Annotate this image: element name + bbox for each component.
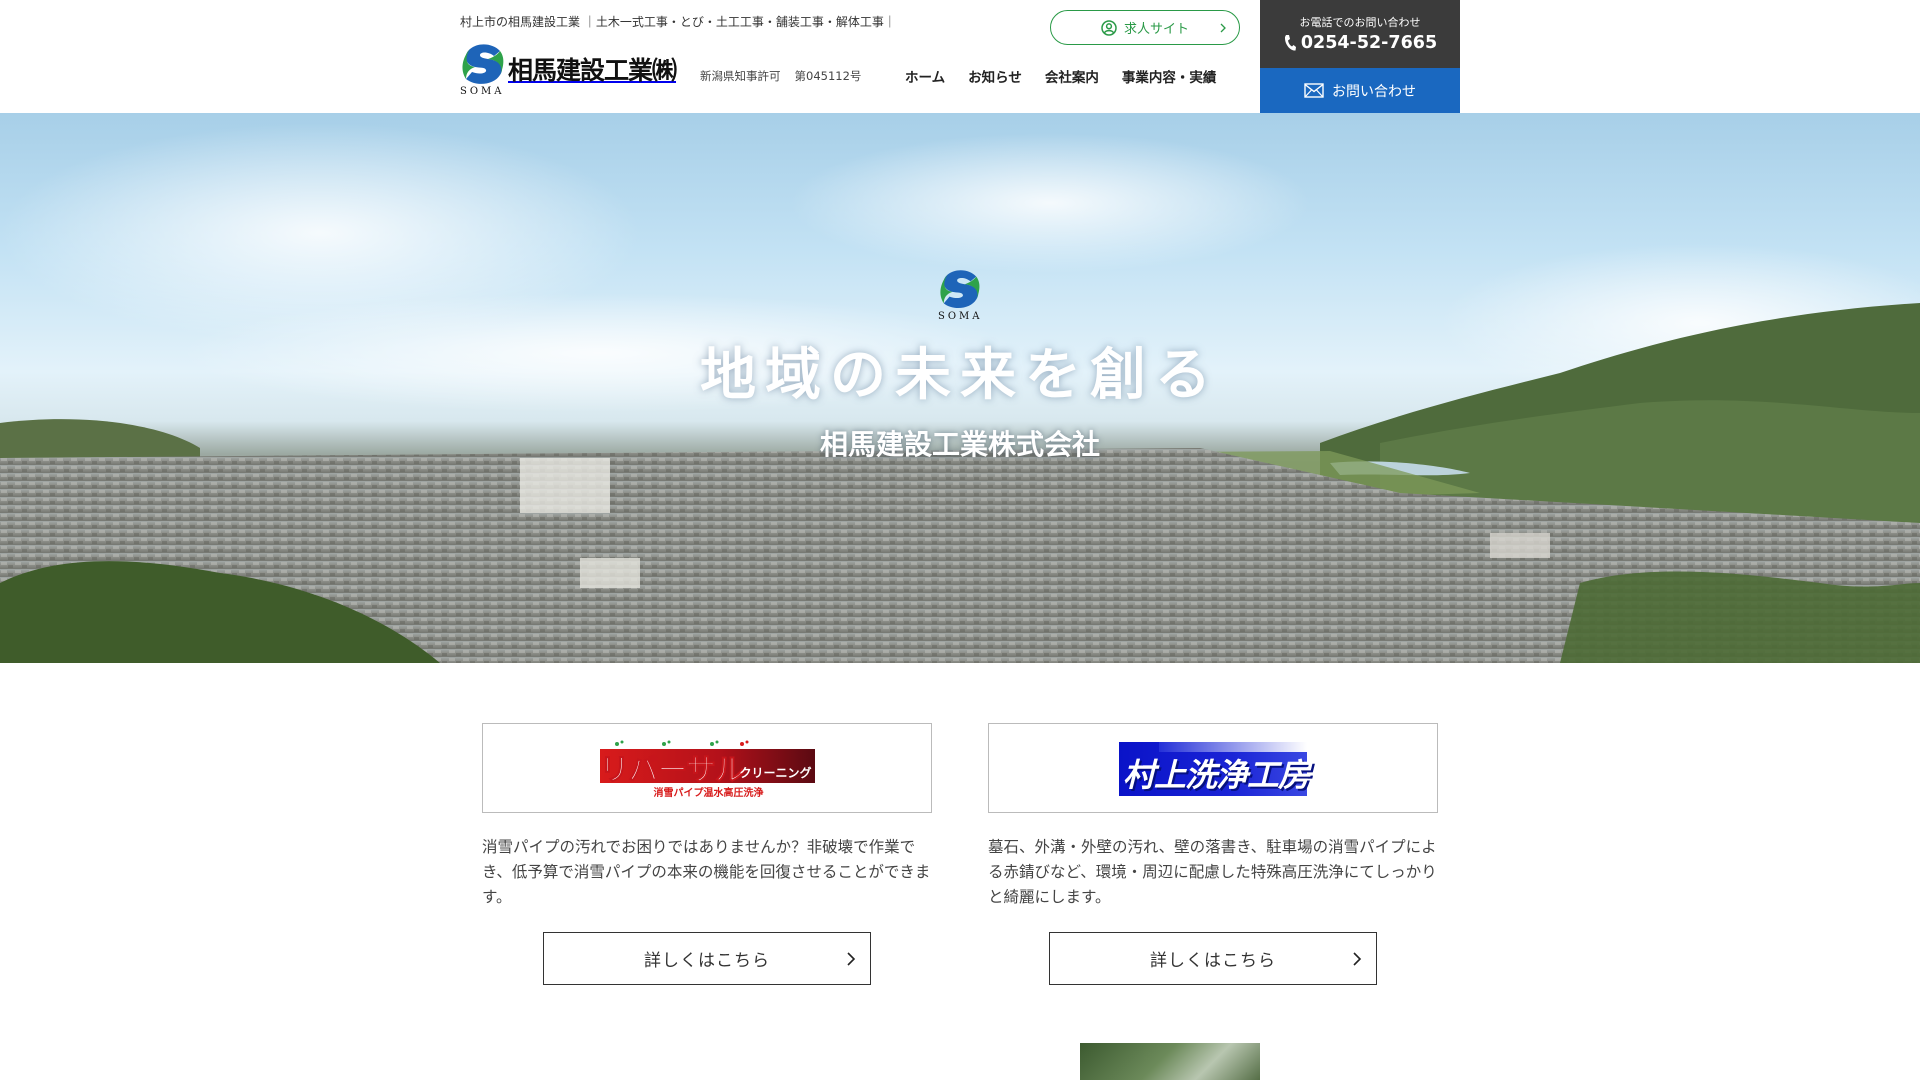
hero-title: 地域の未来を創る [700, 343, 1220, 408]
tel-number-link[interactable]: 0254-52-7665 [1260, 33, 1460, 53]
chevron-right-icon [847, 952, 856, 966]
license-info: 新潟県知事許可 第045112号 [700, 68, 861, 84]
tel-number: 0254-52-7665 [1300, 33, 1438, 53]
service-description: 消雪パイプの汚れでお困りではありませんか？非破壊で作業でき、低予算で消雪パイプの… [482, 838, 931, 906]
nav-item-company[interactable]: 会社案内 [1045, 66, 1099, 86]
hero-section: SOMA 地域の未来を創る 相馬建設工業株式会社 [0, 113, 1920, 663]
recruit-label: 求人サイト [1123, 22, 1189, 37]
chevron-right-icon [1353, 952, 1362, 966]
site-header: 村上市の相馬建設工業 ｜土木一式工事・とび・土工工事・舗装工事・解体工事｜ SO… [0, 0, 1920, 113]
contact-button[interactable]: お問い合わせ [1260, 68, 1460, 113]
recruit-site-button[interactable]: 求人サイト [1050, 10, 1240, 45]
service-description: 墓石、外溝・外壁の汚れ、壁の落書き、駐車場の消雪パイプによる赤錆びなど、環境・周… [988, 838, 1437, 906]
reversal-banner-subtitle: クリーニング [739, 766, 812, 780]
murakami-details-button[interactable]: 詳しくはこちら [1049, 932, 1377, 985]
site-tagline: 村上市の相馬建設工業 ｜土木一式工事・とび・土工工事・舗装工事・解体工事｜ [460, 15, 896, 29]
nav-item-news[interactable]: お知らせ [968, 66, 1022, 86]
murakami-washing-logo: 村上洗浄工房 [1119, 738, 1310, 798]
tel-contact-box: お電話でのお問い合わせ 0254-52-7665 [1260, 0, 1460, 68]
tel-label: お電話でのお問い合わせ [1299, 16, 1421, 29]
service-card-reversal: リバーサル クリーニング 消雪パイプ温水高圧洗浄 消雪パイプの汚れでお困りではあ… [482, 723, 932, 985]
service-card-murakami-washing: 村上洗浄工房 墓石、外溝・外壁の汚れ、壁の落書き、駐車場の消雪パイプによる赤錆び… [988, 723, 1438, 985]
hero-subtitle: 相馬建設工業株式会社 [819, 428, 1100, 461]
reversal-cleaning-logo: リバーサル クリーニング 消雪パイプ温水高圧洗浄 [599, 739, 815, 799]
soma-logo-icon: SOMA [460, 42, 506, 98]
reversal-cleaning-banner[interactable]: リバーサル クリーニング 消雪パイプ温水高圧洗浄 [482, 723, 932, 813]
license-label: 新潟県知事許可 [700, 69, 781, 83]
reversal-banner-tagline: 消雪パイプ温水高圧洗浄 [653, 788, 764, 799]
reversal-details-button[interactable]: 詳しくはこちら [543, 932, 871, 985]
nav-item-business[interactable]: 事業内容・実績 [1122, 66, 1217, 86]
chevron-right-icon [1220, 23, 1226, 33]
mail-icon [1304, 83, 1324, 98]
nav-item-home[interactable]: ホーム [905, 66, 945, 86]
bottom-photo-thumbnail [1080, 1043, 1260, 1080]
site-logo[interactable]: SOMA 相馬建設工業㈱ [460, 42, 677, 98]
logo-company-name: 相馬建設工業㈱ [508, 56, 677, 85]
logo-soma-text: SOMA [460, 86, 505, 97]
user-circle-icon [1101, 19, 1117, 36]
contact-label: お問い合わせ [1332, 83, 1416, 100]
main-nav: ホーム お知らせ 会社案内 事業内容・実績 [905, 66, 1216, 86]
murakami-banner-title: 村上洗浄工房 [1123, 756, 1310, 794]
reversal-banner-title: リバーサル [599, 754, 745, 788]
license-number: 第045112号 [794, 69, 862, 83]
murakami-washing-banner[interactable]: 村上洗浄工房 [988, 723, 1438, 813]
hero-logo-soma-text: SOMA [938, 311, 983, 322]
details-label: 詳しくはこちら [1150, 951, 1276, 971]
soma-logo-icon [940, 270, 980, 309]
phone-icon [1284, 35, 1296, 51]
details-label: 詳しくはこちら [644, 951, 770, 971]
hero-logo: SOMA [938, 268, 982, 324]
